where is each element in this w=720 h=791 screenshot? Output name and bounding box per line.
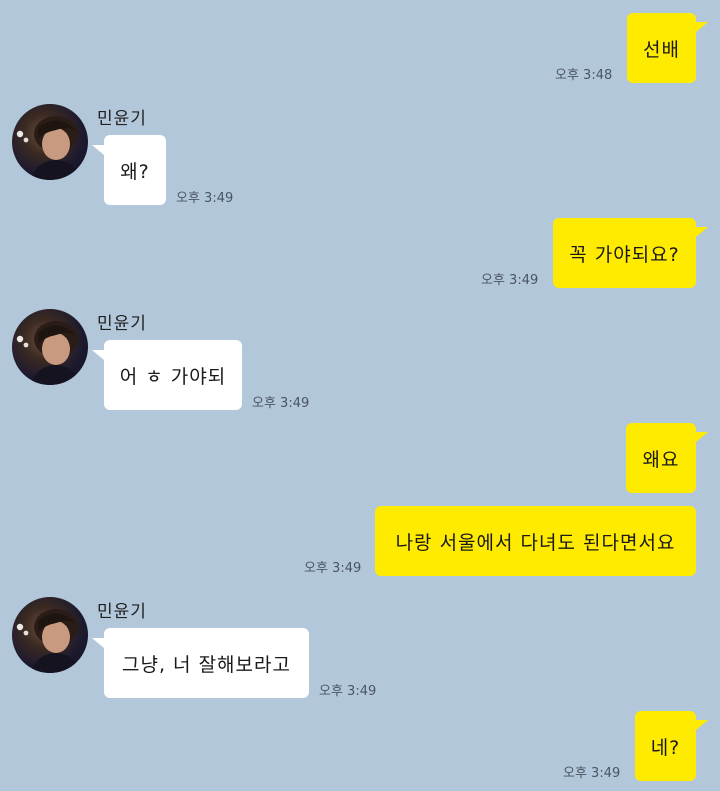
message-text: 선배: [643, 38, 680, 61]
message-time: 오후 3:49: [319, 684, 377, 699]
bubble-tail: [92, 145, 104, 155]
message-text: 어 ㅎ 가야되: [119, 365, 227, 388]
message-bubble-incoming[interactable]: 그냥, 너 잘해보라고: [104, 628, 309, 698]
bubble-tail: [92, 350, 104, 360]
contact-name: 민윤기: [97, 602, 147, 622]
message-time: 오후 3:49: [304, 561, 362, 576]
bubble-tail: [696, 432, 708, 442]
message-text: 네?: [650, 736, 681, 759]
contact-avatar[interactable]: [12, 309, 88, 385]
message-time: 오후 3:49: [252, 396, 310, 411]
profile-photo-icon: [16, 116, 82, 180]
message-text: 꼭 가야되요?: [569, 243, 680, 266]
profile-photo-icon: [16, 321, 82, 385]
message-bubble-incoming[interactable]: 어 ㅎ 가야되: [104, 340, 242, 410]
message-bubble-outgoing[interactable]: 네?: [635, 711, 696, 781]
contact-name: 민윤기: [97, 314, 147, 334]
message-time: 오후 3:48: [555, 68, 613, 83]
bubble-tail: [696, 720, 708, 730]
message-bubble-outgoing[interactable]: 선배: [627, 13, 696, 83]
contact-avatar[interactable]: [12, 104, 88, 180]
message-bubble-incoming[interactable]: 왜?: [104, 135, 166, 205]
message-bubble-outgoing[interactable]: 왜요: [626, 423, 696, 493]
contact-name: 민윤기: [97, 109, 147, 129]
contact-avatar[interactable]: [12, 597, 88, 673]
message-time: 오후 3:49: [481, 273, 539, 288]
message-text: 그냥, 너 잘해보라고: [122, 653, 291, 676]
message-bubble-outgoing[interactable]: 꼭 가야되요?: [553, 218, 696, 288]
message-text: 왜요: [642, 448, 680, 471]
bubble-tail: [696, 22, 708, 32]
bubble-tail: [92, 638, 104, 648]
message-time: 오후 3:49: [176, 191, 234, 206]
message-time: 오후 3:49: [563, 766, 621, 781]
message-bubble-outgoing[interactable]: 나랑 서울에서 다녀도 된다면서요: [375, 506, 696, 576]
bubble-tail: [696, 227, 708, 237]
message-text: 왜?: [120, 160, 150, 183]
profile-photo-icon: [16, 609, 82, 673]
message-text: 나랑 서울에서 다녀도 된다면서요: [395, 531, 676, 554]
